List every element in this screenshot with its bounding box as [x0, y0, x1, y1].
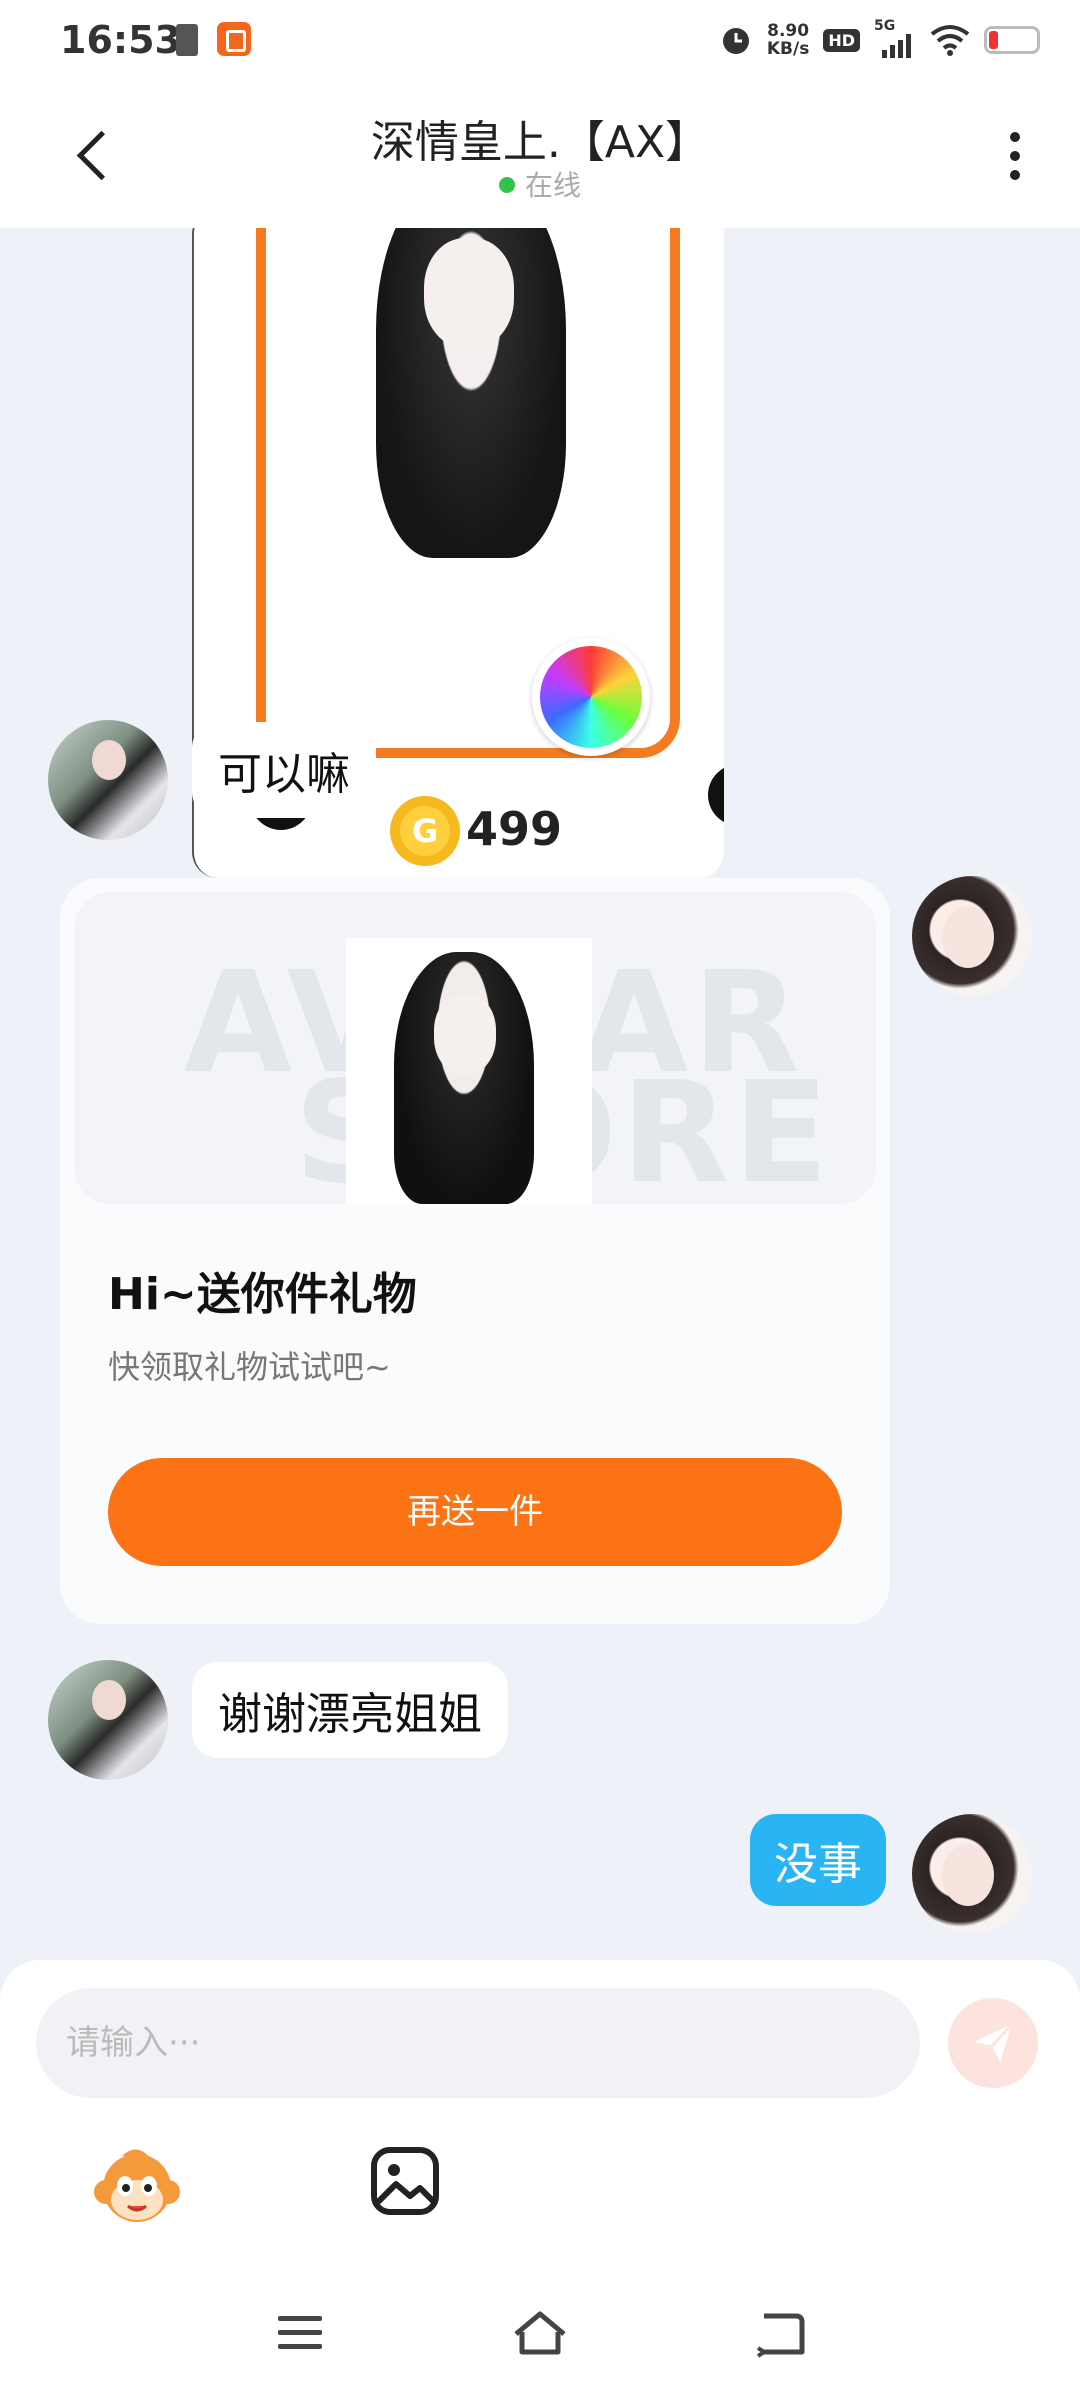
status-time: 16:53 [60, 18, 181, 62]
send-icon [974, 2022, 1014, 2062]
image-icon [371, 2147, 439, 2215]
contact-avatar[interactable] [48, 720, 168, 840]
monkey-face-icon [94, 2149, 180, 2222]
net-speed-unit: KB/s [766, 39, 810, 59]
gift-card-subtitle: 快领取礼物试试吧~ [108, 1348, 391, 1386]
status-bar: 16:53 8.90 KB/s HD 5G [0, 0, 1080, 80]
send-button[interactable] [948, 1998, 1038, 2088]
c-badge-icon-partial [708, 764, 724, 826]
gift-item-image [346, 938, 592, 1204]
message-bubble-left[interactable]: 可以嘛 [192, 722, 376, 818]
online-status: 在线 [0, 164, 1080, 204]
gift-card[interactable]: AVATAR STORE Hi~送你件礼物 快领取礼物试试吧~ 再送一件 [60, 878, 890, 1624]
contact-name: 深情皇上.【AX】 [370, 117, 710, 168]
menu-nav-button[interactable] [270, 2308, 330, 2358]
system-nav-bar [0, 2260, 1080, 2400]
home-icon [514, 2311, 566, 2355]
home-nav-button[interactable] [510, 2308, 570, 2358]
coin-symbol: G [400, 806, 450, 856]
self-avatar[interactable] [912, 876, 1032, 996]
more-dots-icon [1010, 132, 1020, 142]
online-status-text: 在线 [524, 169, 581, 202]
contact-avatar[interactable] [48, 1660, 168, 1780]
status-icons: 8.90 KB/s HD 5G [719, 18, 1040, 62]
face-placeholder [424, 238, 514, 348]
hd-icon: HD [823, 28, 860, 52]
back-icon [756, 2313, 805, 2358]
sim-icon [176, 24, 198, 56]
send-another-gift-button[interactable]: 再送一件 [108, 1458, 842, 1566]
message-input[interactable] [36, 1988, 920, 2098]
color-wheel-icon [532, 638, 650, 756]
menu-icon [278, 2316, 322, 2349]
chat-header: 深情皇上.【AX】 在线 [0, 80, 1080, 228]
gift-card-banner: AVATAR STORE [74, 892, 876, 1204]
wifi-icon [930, 25, 970, 56]
emoji-sticker-button[interactable] [92, 2144, 182, 2234]
app-notification-icon [217, 22, 251, 56]
face-placeholder [434, 994, 496, 1074]
gift-card-title: Hi~送你件礼物 [108, 1269, 417, 1320]
alarm-icon [722, 28, 749, 54]
image-button[interactable] [370, 2146, 440, 2216]
message-bubble-left[interactable]: 谢谢漂亮姐姐 [192, 1662, 508, 1758]
self-avatar[interactable] [912, 1814, 1032, 1934]
gift-price: 499 [466, 802, 563, 856]
battery-icon [984, 26, 1040, 54]
message-bubble-right[interactable]: 没事 [750, 1814, 886, 1906]
chat-messages[interactable]: C G 499 可以嘛 AVATAR STORE Hi~送你件礼物 快领取礼物试… [0, 228, 1080, 1960]
back-nav-button[interactable] [750, 2308, 810, 2358]
online-dot-icon [498, 177, 515, 193]
net-speed-value: 8.90 [767, 21, 810, 41]
net-speed: 8.90 KB/s [767, 22, 809, 58]
hair-item-image [394, 952, 534, 1204]
signal-icon: 5G [874, 18, 916, 58]
coin-icon: G [390, 796, 460, 866]
more-options-button[interactable] [1000, 126, 1030, 186]
input-panel [0, 1960, 1080, 2260]
